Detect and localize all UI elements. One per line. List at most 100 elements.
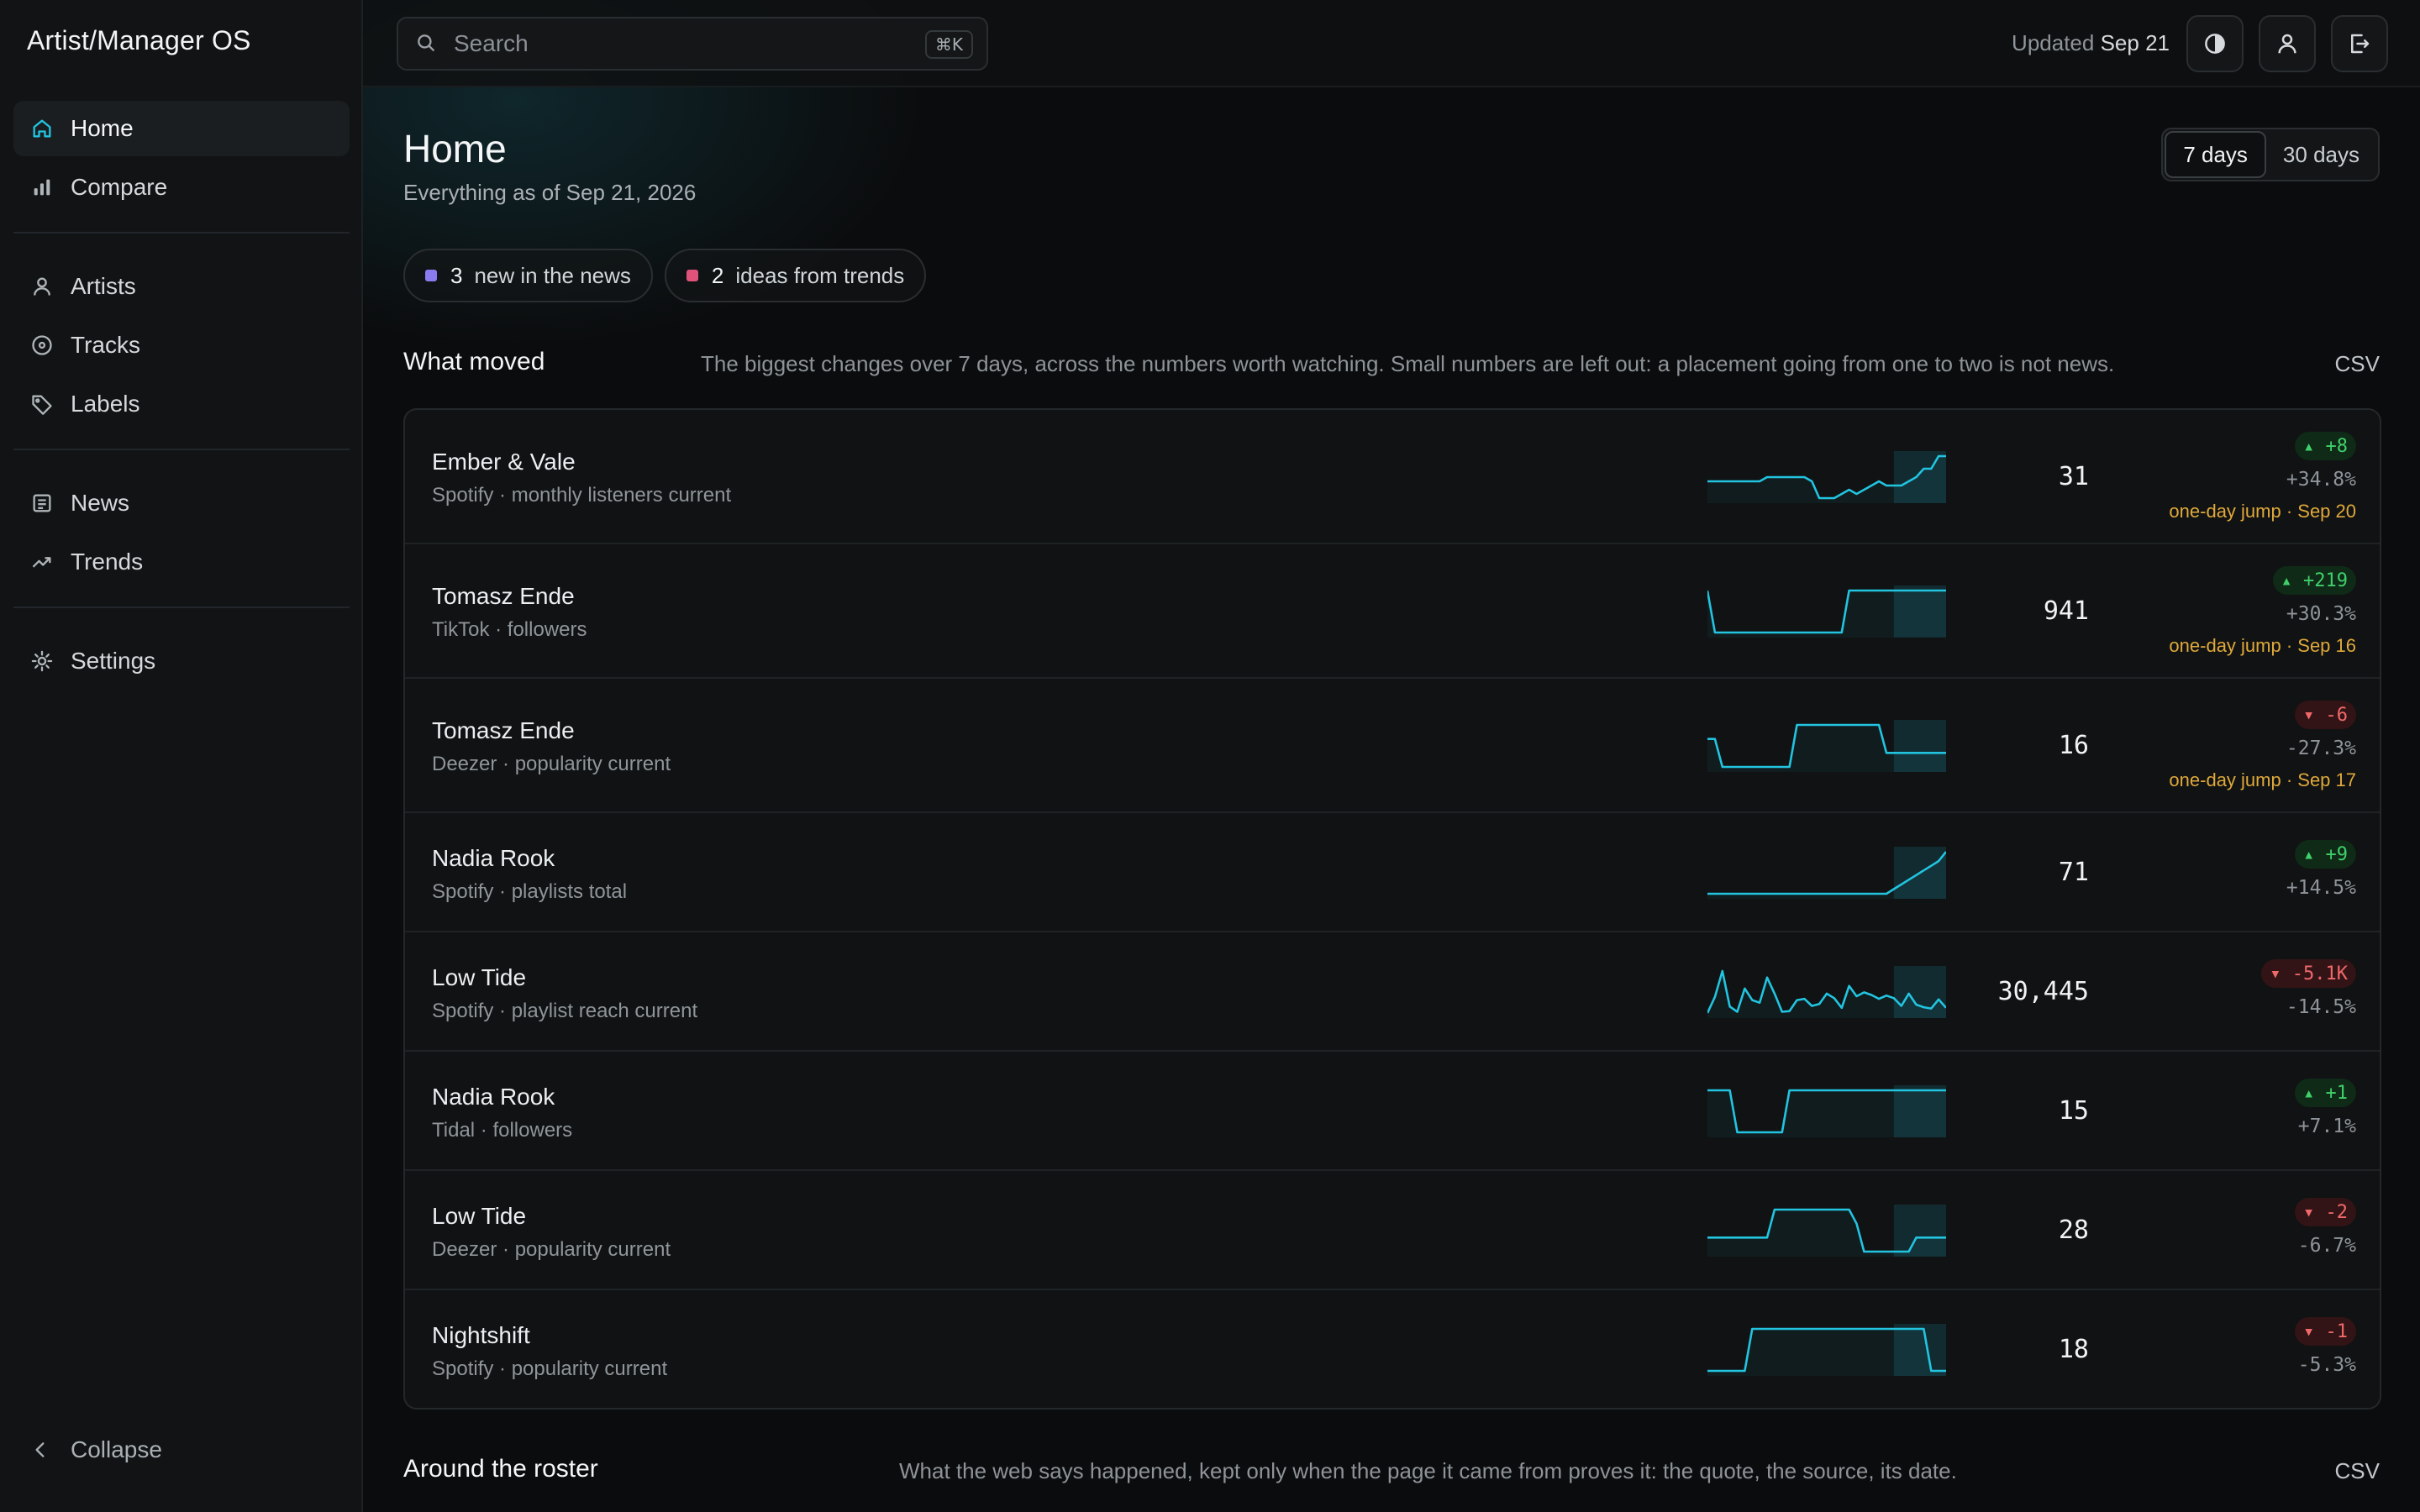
sidebar-item-label: Home	[71, 115, 134, 141]
table-row[interactable]: Tomasz Ende Deezer · popularity current 16…	[405, 679, 2380, 813]
row-name: Tomasz Ende	[432, 583, 575, 609]
row-value: 31	[2058, 462, 2089, 491]
disc-icon	[29, 332, 55, 359]
range-option-7-days[interactable]: 7 days	[2165, 131, 2266, 178]
sidebar-item-news[interactable]: News	[13, 475, 350, 531]
trends-chip-label: ideas from trends	[735, 262, 905, 288]
table-row[interactable]: Tomasz Ende TikTok · followers 941 ▴ +219 +3…	[405, 544, 2380, 679]
what-moved-csv-button[interactable]: CSV	[2335, 351, 2380, 377]
range-option-30-days[interactable]: 30 days	[2266, 131, 2376, 178]
profile-button[interactable]	[2259, 15, 2316, 72]
trends-chip[interactable]: 2 ideas from trends	[664, 249, 927, 302]
what-moved-table: Ember & Vale Spotify · monthly listeners …	[403, 408, 2381, 1410]
row-value: 28	[2058, 1215, 2089, 1245]
range-selector: 7 days 30 days	[2161, 128, 2380, 181]
sparkline	[1707, 1205, 1946, 1257]
logout-button[interactable]	[2331, 15, 2388, 72]
sidebar-item-compare[interactable]: Compare	[13, 160, 350, 215]
table-row[interactable]: Ember & Vale Spotify · monthly listeners …	[405, 410, 2380, 544]
delta-percent: +14.5%	[2286, 877, 2356, 899]
search-box[interactable]: ⌘K	[397, 17, 988, 71]
sparkline-area	[1707, 1090, 1946, 1137]
trends-dot-icon	[686, 270, 698, 281]
around-roster-csv-button[interactable]: CSV	[2335, 1458, 2380, 1484]
sidebar-item-home[interactable]: Home	[13, 101, 350, 156]
sidebar-item-tracks[interactable]: Tracks	[13, 318, 350, 373]
table-row[interactable]: Nightshift Spotify · popularity current 18…	[405, 1290, 2380, 1408]
collapse-button[interactable]: Collapse	[29, 1436, 162, 1463]
sparkline	[1707, 1085, 1946, 1137]
delta-percent: -5.3%	[2297, 1354, 2356, 1376]
row-value: 15	[2058, 1096, 2089, 1126]
sidebar-item-label: Trends	[71, 549, 144, 575]
one-day-jump-note: one-day jump · Sep 20	[2169, 501, 2356, 522]
sidebar-divider	[13, 606, 350, 608]
main-content: ⌘K Updated Sep 21 Home Everything as of …	[363, 0, 2420, 1512]
sidebar-item-settings[interactable]: Settings	[13, 633, 350, 689]
row-metric: TikTok · followers	[432, 618, 587, 641]
row-name: Nadia Rook	[432, 1084, 555, 1110]
sidebar-nav: Home Compare Artists Tracks Labels News …	[13, 101, 350, 692]
what-moved-title: What moved	[403, 348, 545, 375]
sparkline	[1707, 1324, 1946, 1376]
sidebar-divider	[13, 232, 350, 234]
delta-badge: ▴ +219	[2272, 566, 2356, 595]
row-value: 18	[2058, 1335, 2089, 1364]
sidebar-item-trends[interactable]: Trends	[13, 534, 350, 590]
table-row[interactable]: Low Tide Deezer · popularity current 28 ▾ -…	[405, 1171, 2380, 1290]
search-shortcut: ⌘K	[924, 30, 973, 59]
delta-percent: -14.5%	[2286, 996, 2356, 1018]
sidebar: Artist/Manager OS Home Compare Artists T…	[0, 0, 363, 1512]
table-row[interactable]: Nadia Rook Spotify · playlists total 71 ▴ +…	[405, 813, 2380, 932]
home-icon	[29, 115, 55, 142]
collapse-label: Collapse	[71, 1436, 162, 1462]
row-value: 30,445	[1997, 977, 2089, 1006]
sidebar-item-label: Compare	[71, 174, 168, 200]
what-moved-description: The biggest changes over 7 days, across …	[701, 351, 2115, 376]
sparkline	[1707, 451, 1946, 503]
sidebar-item-artists[interactable]: Artists	[13, 259, 350, 314]
news-count: 3	[450, 262, 463, 288]
table-row[interactable]: Nadia Rook Tidal · followers 15 ▴ +1 +7.1%	[405, 1052, 2380, 1171]
row-name: Low Tide	[432, 1203, 527, 1229]
gear-icon	[29, 648, 55, 675]
chevron-left-icon	[29, 1438, 52, 1462]
news-chip[interactable]: 3 new in the news	[403, 249, 653, 302]
around-roster-description: What the web says happened, kept only wh…	[899, 1458, 1957, 1483]
sparkline	[1707, 720, 1946, 772]
page-subtitle: Everything as of Sep 21, 2026	[403, 180, 697, 205]
user-icon	[29, 273, 55, 300]
contrast-icon	[2205, 34, 2225, 54]
delta-badge: ▾ -1	[2295, 1317, 2356, 1346]
row-name: Tomasz Ende	[432, 717, 575, 743]
sidebar-item-label: Settings	[71, 648, 156, 674]
sparkline	[1707, 966, 1946, 1018]
delta-percent: +7.1%	[2297, 1116, 2356, 1137]
row-metric: Spotify · popularity current	[432, 1357, 668, 1380]
newspaper-icon	[29, 490, 55, 517]
delta-percent: -27.3%	[2286, 738, 2356, 759]
delta-badge: ▾ -6	[2295, 701, 2356, 729]
sidebar-item-labels[interactable]: Labels	[13, 376, 350, 432]
search-icon	[415, 32, 439, 55]
user-icon	[2278, 34, 2296, 54]
delta-badge: ▴ +1	[2295, 1079, 2356, 1107]
delta-badge: ▴ +8	[2295, 432, 2356, 460]
row-metric: Spotify · playlist reach current	[432, 1000, 698, 1022]
theme-toggle-button[interactable]	[2186, 15, 2244, 72]
app-title: Artist/Manager OS	[27, 25, 251, 55]
news-chip-label: new in the news	[474, 262, 631, 288]
row-metric: Tidal · followers	[432, 1119, 573, 1142]
sparkline	[1707, 847, 1946, 899]
delta-percent: +34.8%	[2286, 469, 2356, 491]
search-input[interactable]	[454, 30, 908, 57]
row-metric: Deezer · popularity current	[432, 1238, 671, 1261]
sidebar-divider	[13, 449, 350, 450]
sparkline-area	[1707, 591, 1946, 638]
delta-badge: ▾ -2	[2295, 1198, 2356, 1226]
summary-chips: 3 new in the news 2 ideas from trends	[403, 249, 927, 302]
table-row[interactable]: Low Tide Spotify · playlist reach current…	[405, 932, 2380, 1052]
bar-chart-icon	[29, 174, 55, 201]
sidebar-item-label: Tracks	[71, 332, 140, 358]
tag-icon	[29, 391, 55, 417]
